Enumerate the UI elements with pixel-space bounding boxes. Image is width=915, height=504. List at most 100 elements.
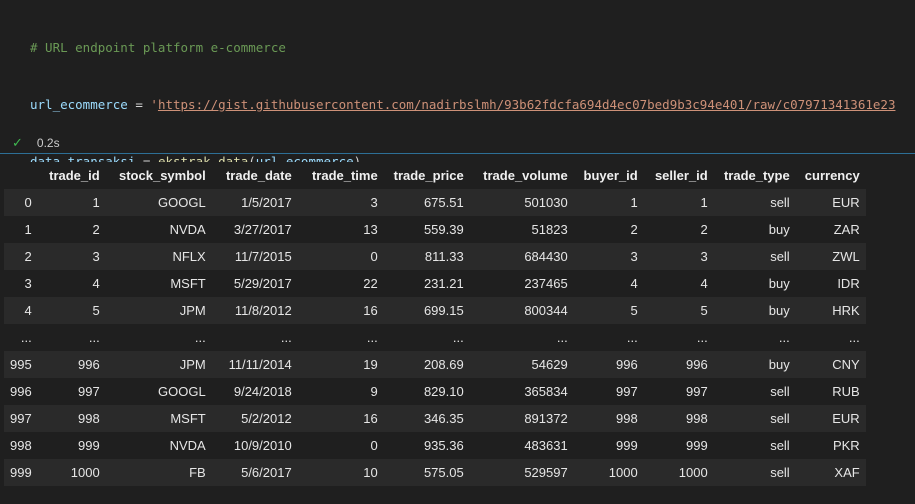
table-cell: ... [778, 330, 790, 345]
table-cell: 559.39 [423, 222, 464, 237]
table-cell: buy [768, 222, 790, 237]
table-cell: ... [194, 330, 206, 345]
table-cell: NFLX [172, 249, 206, 264]
table-cell: 237465 [524, 276, 568, 291]
table-cell: NVDA [169, 438, 206, 453]
table-cell: 800344 [524, 303, 568, 318]
table-cell: 829.10 [423, 384, 464, 399]
table-cell: sell [770, 384, 790, 399]
cell-output-divider [0, 153, 915, 154]
table-cell: 3 [700, 249, 708, 264]
row-index: 997 [10, 411, 32, 426]
table-cell: 996 [616, 357, 638, 372]
table-cell: 51823 [531, 222, 568, 237]
comment: # URL endpoint platform e-commerce [30, 40, 286, 55]
column-header-trade-date: trade_date [225, 168, 292, 183]
table-cell: 5 [630, 303, 638, 318]
table-cell: 11/11/2014 [228, 357, 292, 372]
table-cell: sell [770, 438, 790, 453]
table-cell: 997 [616, 384, 638, 399]
column-header-stock-symbol: stock_symbol [119, 168, 206, 183]
table-cell: 1 [630, 195, 638, 210]
notebook-cell: # URL endpoint platform e-commerce url_e… [0, 0, 915, 504]
table-cell: 1000 [678, 465, 708, 480]
row-index: 995 [10, 357, 32, 372]
table-cell: 2 [630, 222, 638, 237]
table-cell: 4 [630, 276, 638, 291]
table-cell: NVDA [169, 222, 206, 237]
column-header-trade-time: trade_time [311, 168, 378, 183]
table-cell: 54629 [531, 357, 568, 372]
table-cell: 1 [700, 195, 708, 210]
table-cell: 1 [92, 195, 100, 210]
row-index: 3 [24, 276, 32, 291]
table-cell: sell [770, 249, 790, 264]
table-cell: 9/24/2018 [233, 384, 292, 399]
table-row: 0 1 GOOGL 1/5/2017 3 675.51 501030 1 1 sell EUR [4, 189, 866, 216]
row-index: 2 [24, 249, 32, 264]
table-cell: ... [556, 330, 568, 345]
table-row: 997 998 MSFT 5/2/2012 16 346.35 891372 998 998 se… [4, 405, 866, 432]
table-row: 996 997 GOOGL 9/24/2018 9 829.10 365834 997 997 s… [4, 378, 866, 405]
table-cell: 4 [92, 276, 100, 291]
table-cell: CNY [832, 357, 860, 372]
table-cell: sell [770, 465, 790, 480]
table-cell: 2 [700, 222, 708, 237]
table-cell: JPM [179, 303, 206, 318]
table-cell: 16 [363, 303, 378, 318]
table-cell: 231.21 [423, 276, 464, 291]
row-index: 1 [24, 222, 32, 237]
url-link[interactable]: https://gist.githubusercontent.com/nadir… [158, 97, 896, 112]
table-cell: HRK [832, 303, 860, 318]
row-index: 4 [24, 303, 32, 318]
table-cell: 3 [92, 249, 100, 264]
row-index: ... [20, 330, 32, 345]
table-cell: 935.36 [423, 438, 464, 453]
table-cell: ... [626, 330, 638, 345]
table-body: 0 1 GOOGL 1/5/2017 3 675.51 501030 1 1 sell EUR 1 2 N… [4, 189, 866, 486]
row-index: 999 [10, 465, 32, 480]
table-cell: 22 [363, 276, 378, 291]
table-cell: PKR [832, 438, 860, 453]
execution-status: ✓ 0.2s [12, 134, 60, 152]
table-cell: 5/2/2012 [241, 411, 292, 426]
table-cell: 999 [616, 438, 638, 453]
table-cell: 998 [616, 411, 638, 426]
table-cell: MSFT [170, 276, 206, 291]
row-index: 996 [10, 384, 32, 399]
table-cell: 10 [363, 465, 378, 480]
table-cell: JPM [179, 357, 206, 372]
table-cell: IDR [837, 276, 860, 291]
table-cell: 1000 [608, 465, 638, 480]
table-cell: 529597 [524, 465, 568, 480]
table-cell: 5/29/2017 [233, 276, 292, 291]
table-cell: EUR [832, 195, 860, 210]
table-cell: 5 [92, 303, 100, 318]
table-cell: 501030 [524, 195, 568, 210]
column-header-buyer-id: buyer_id [583, 168, 638, 183]
table-cell: 2 [92, 222, 100, 237]
table-row: 2 3 NFLX 11/7/2015 0 811.33 684430 3 3 sell ZWL [4, 243, 866, 270]
table-cell: EUR [832, 411, 860, 426]
table-cell: 811.33 [424, 249, 464, 264]
table-cell: ... [452, 330, 464, 345]
check-icon: ✓ [12, 135, 23, 150]
table-row: 3 4 MSFT 5/29/2017 22 231.21 237465 4 4 buy IDR [4, 270, 866, 297]
table-cell: 996 [686, 357, 708, 372]
row-index: 998 [10, 438, 32, 453]
column-header-trade-price: trade_price [393, 168, 464, 183]
table-cell: 684430 [524, 249, 568, 264]
output-area: trade_id stock_symbol trade_date trade_time… [4, 162, 866, 486]
table-cell: ... [696, 330, 708, 345]
table-cell: 9 [370, 384, 378, 399]
row-index: 0 [24, 195, 32, 210]
table-cell: 575.05 [423, 465, 464, 480]
table-row: 4 5 JPM 11/8/2012 16 699.15 800344 5 5 buy HRK [4, 297, 866, 324]
table-cell: 3 [370, 195, 378, 210]
index-header [4, 162, 38, 189]
table-header-row: trade_id stock_symbol trade_date trade_time… [4, 162, 866, 189]
table-row: 995 996 JPM 11/11/2014 19 208.69 54629 996 996 bu… [4, 351, 866, 378]
table-cell: FB [189, 465, 206, 480]
table-cell: 483631 [524, 438, 568, 453]
table-cell: ZAR [833, 222, 860, 237]
